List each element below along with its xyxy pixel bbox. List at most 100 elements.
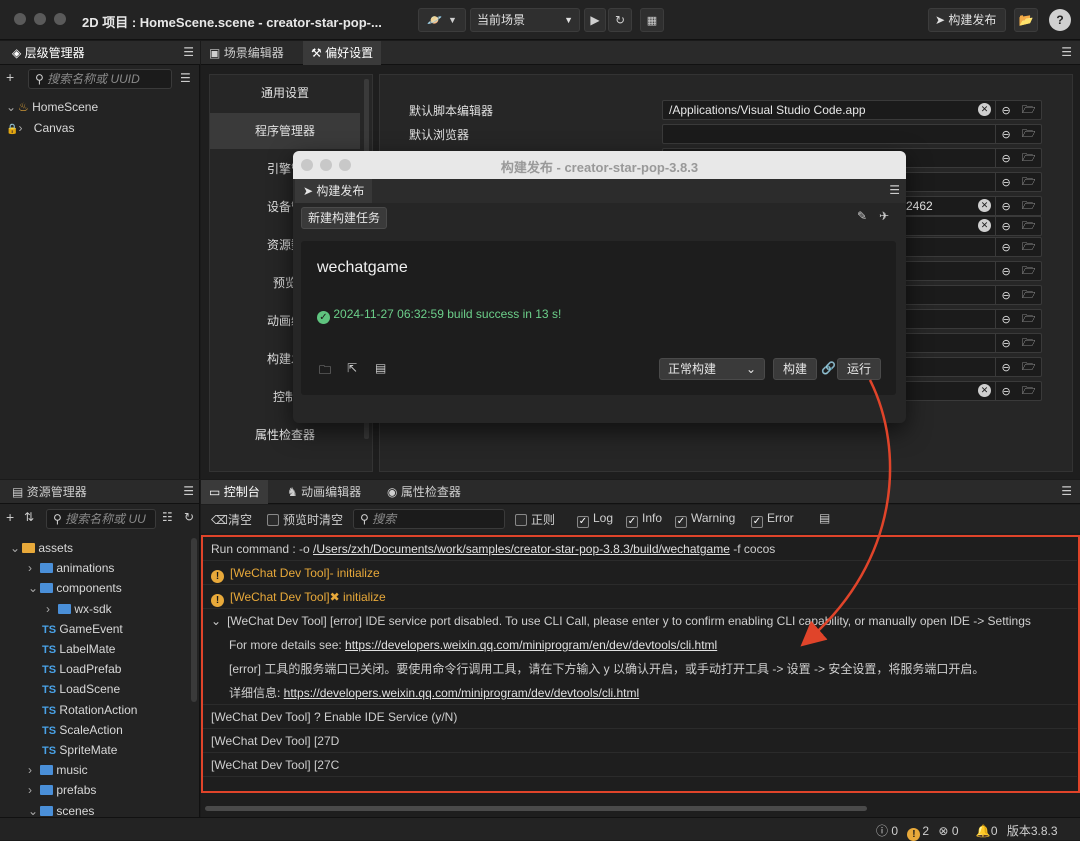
build-path-link[interactable]: /Users/zxh/Documents/work/samples/creato… [313, 542, 730, 556]
docs-link-en[interactable]: https://developers.weixin.qq.com/minipro… [345, 638, 717, 652]
zoom-window-button[interactable] [54, 13, 66, 25]
clear-field-icon[interactable]: ✕ [978, 384, 991, 397]
folder-icon[interactable]: 🗁 [1022, 217, 1036, 236]
hamburger-menu-icon[interactable]: ☰ [1061, 484, 1072, 498]
console-h-scrollbar[interactable] [205, 806, 867, 811]
search-icon[interactable]: ⊖ [1002, 200, 1011, 213]
refresh-icon[interactable]: ↻ [184, 510, 194, 524]
tab-scene-editor[interactable]: ▣ 场景编辑器 [201, 41, 292, 65]
folder-icon[interactable]: 🗁 [1022, 149, 1036, 168]
add-node-icon[interactable]: + [6, 69, 14, 85]
asset-item-gameevent[interactable]: TS GameEvent [42, 619, 123, 639]
scene-select[interactable]: 当前场景 ▼ [470, 8, 580, 32]
folder-icon[interactable]: 🗁 [1022, 125, 1036, 144]
asset-item-music[interactable]: › music [28, 760, 88, 780]
search-icon[interactable]: ⊖ [1002, 265, 1011, 278]
folder-icon[interactable]: 🗁 [1022, 238, 1036, 257]
folder-icon[interactable]: 🗁 [1022, 286, 1036, 305]
search-icon[interactable]: ⊖ [1002, 313, 1011, 326]
log-line-error-group[interactable]: ⌄ [WeChat Dev Tool] [error] IDE service p… [203, 609, 1077, 633]
asset-item-components[interactable]: ⌄ components [28, 578, 122, 598]
search-icon[interactable]: ⊖ [1002, 241, 1011, 254]
minimize-window-button[interactable] [34, 13, 46, 25]
clear-field-icon[interactable]: ✕ [978, 199, 991, 212]
refresh-button[interactable]: ↻ [608, 8, 632, 32]
tree-node-canvas[interactable]: 🔒 › Canvas [6, 121, 74, 135]
search-icon[interactable]: ⊖ [1002, 176, 1011, 189]
hamburger-menu-icon[interactable]: ☰ [1061, 45, 1072, 59]
search-icon[interactable]: ⊖ [1002, 337, 1011, 350]
prefs-menu-item[interactable]: 通用设置 [210, 75, 360, 111]
folder-icon[interactable]: 🗁 [1022, 101, 1036, 120]
asset-item-prefabs[interactable]: › prefabs [28, 780, 96, 800]
asset-item-labelmate[interactable]: TS LabelMate [42, 639, 115, 659]
error-checkbox[interactable]: ✓ Error [751, 511, 794, 528]
assets-search-input[interactable]: ⚲ 搜索名称或 UU [46, 509, 156, 529]
edit-config-icon[interactable]: ✎ [857, 209, 867, 223]
folder-icon[interactable]: 🗁 [1022, 382, 1036, 401]
qrcode-button[interactable]: ▦ [640, 8, 664, 32]
folder-icon[interactable]: 🗀 [319, 361, 331, 382]
tab-animation-editor[interactable]: ♞ 动画编辑器 [279, 480, 369, 504]
folder-icon[interactable]: 🗁 [1022, 334, 1036, 353]
console-search-input[interactable]: ⚲ 搜索 [353, 509, 505, 529]
asset-item-rotationaction[interactable]: TS RotationAction [42, 700, 137, 720]
asset-item-scaleaction[interactable]: TS ScaleAction [42, 720, 123, 740]
open-project-folder-button[interactable]: 📂 [1014, 8, 1038, 32]
hamburger-menu-icon[interactable]: ☰ [889, 183, 900, 197]
build-mode-select[interactable]: 正常构建 ⌄ [659, 358, 765, 380]
open-log-file-icon[interactable]: ▤ [819, 511, 830, 525]
preview-clear-checkbox[interactable]: 预览时清空 [267, 511, 343, 528]
asset-item-spritemate[interactable]: TS SpriteMate [42, 740, 117, 760]
search-icon[interactable]: ⊖ [1002, 220, 1011, 233]
folder-icon[interactable]: 🗁 [1022, 358, 1036, 377]
external-link-icon[interactable]: ⇱ [347, 361, 357, 375]
play-button[interactable]: ▶ [584, 8, 606, 32]
pref-path-field[interactable]: /Applications/Visual Studio Code.app ✕ ⊖ 🗁 [662, 100, 1042, 120]
asset-item-assets[interactable]: ⌄ assets [10, 538, 73, 558]
tab-inspector[interactable]: ◉ 属性检查器 [379, 480, 469, 504]
docs-link-cn[interactable]: https://developers.weixin.qq.com/minipro… [284, 686, 640, 700]
new-build-task-button[interactable]: 新建构建任务 [301, 207, 387, 229]
asset-item-animations[interactable]: › animations [28, 558, 114, 578]
tree-node-homescene[interactable]: ⌄ ♨ HomeScene [6, 100, 98, 114]
assets-scrollbar[interactable] [191, 538, 197, 702]
folder-icon[interactable]: 🗁 [1022, 310, 1036, 329]
search-icon[interactable]: ⊖ [1002, 104, 1011, 117]
search-icon[interactable]: ⊖ [1002, 128, 1011, 141]
regex-checkbox[interactable]: 正则 [515, 511, 555, 528]
asset-item-loadprefab[interactable]: TS LoadPrefab [42, 659, 121, 679]
tab-assets[interactable]: ▤ 资源管理器 [4, 480, 95, 504]
tab-build-publish[interactable]: ➤ 构建发布 [295, 179, 373, 203]
platform-dropdown[interactable]: 🪐 ▼ [418, 8, 466, 32]
search-icon[interactable]: ⊖ [1002, 289, 1011, 302]
asset-item-loadscene[interactable]: TS LoadScene [42, 679, 120, 699]
tab-console[interactable]: ▭ 控制台 [201, 480, 268, 504]
asset-item-wx-sdk[interactable]: › wx-sdk [46, 599, 112, 619]
search-icon[interactable]: ⊖ [1002, 385, 1011, 398]
log-file-icon[interactable]: ▤ [375, 361, 386, 375]
asset-item-scenes[interactable]: ⌄ scenes [28, 801, 94, 817]
help-icon[interactable]: ? [1049, 9, 1071, 31]
run-button[interactable]: 运行 [837, 358, 881, 380]
hierarchy-search-input[interactable]: ⚲ 搜索名称或 UUID [28, 69, 172, 89]
search-icon[interactable]: ⊖ [1002, 152, 1011, 165]
folder-icon[interactable]: 🗁 [1022, 173, 1036, 192]
clear-field-icon[interactable]: ✕ [978, 219, 991, 232]
folder-icon[interactable]: 🗁 [1022, 262, 1036, 281]
hamburger-menu-icon[interactable]: ☰ [183, 484, 194, 498]
link-icon[interactable]: 🔗 [821, 361, 836, 375]
prefs-menu-item[interactable]: 程序管理器 [210, 113, 360, 149]
build-button[interactable]: 构建 [773, 358, 817, 380]
log-checkbox[interactable]: ✓ Log [577, 511, 613, 528]
pref-path-field[interactable]: ⊖ 🗁 [662, 124, 1042, 144]
close-window-button[interactable] [14, 13, 26, 25]
hamburger-menu-icon[interactable]: ☰ [183, 45, 194, 59]
build-publish-button[interactable]: ➤ 构建发布 [928, 8, 1006, 32]
add-asset-icon[interactable]: + [6, 509, 14, 525]
folder-icon[interactable]: 🗁 [1022, 197, 1036, 216]
satellite-icon[interactable]: ✈ [879, 209, 889, 223]
clear-field-icon[interactable]: ✕ [978, 103, 991, 116]
collapse-all-icon[interactable]: ☰ [180, 71, 191, 85]
sort-icon[interactable]: ⇅ [24, 510, 34, 524]
